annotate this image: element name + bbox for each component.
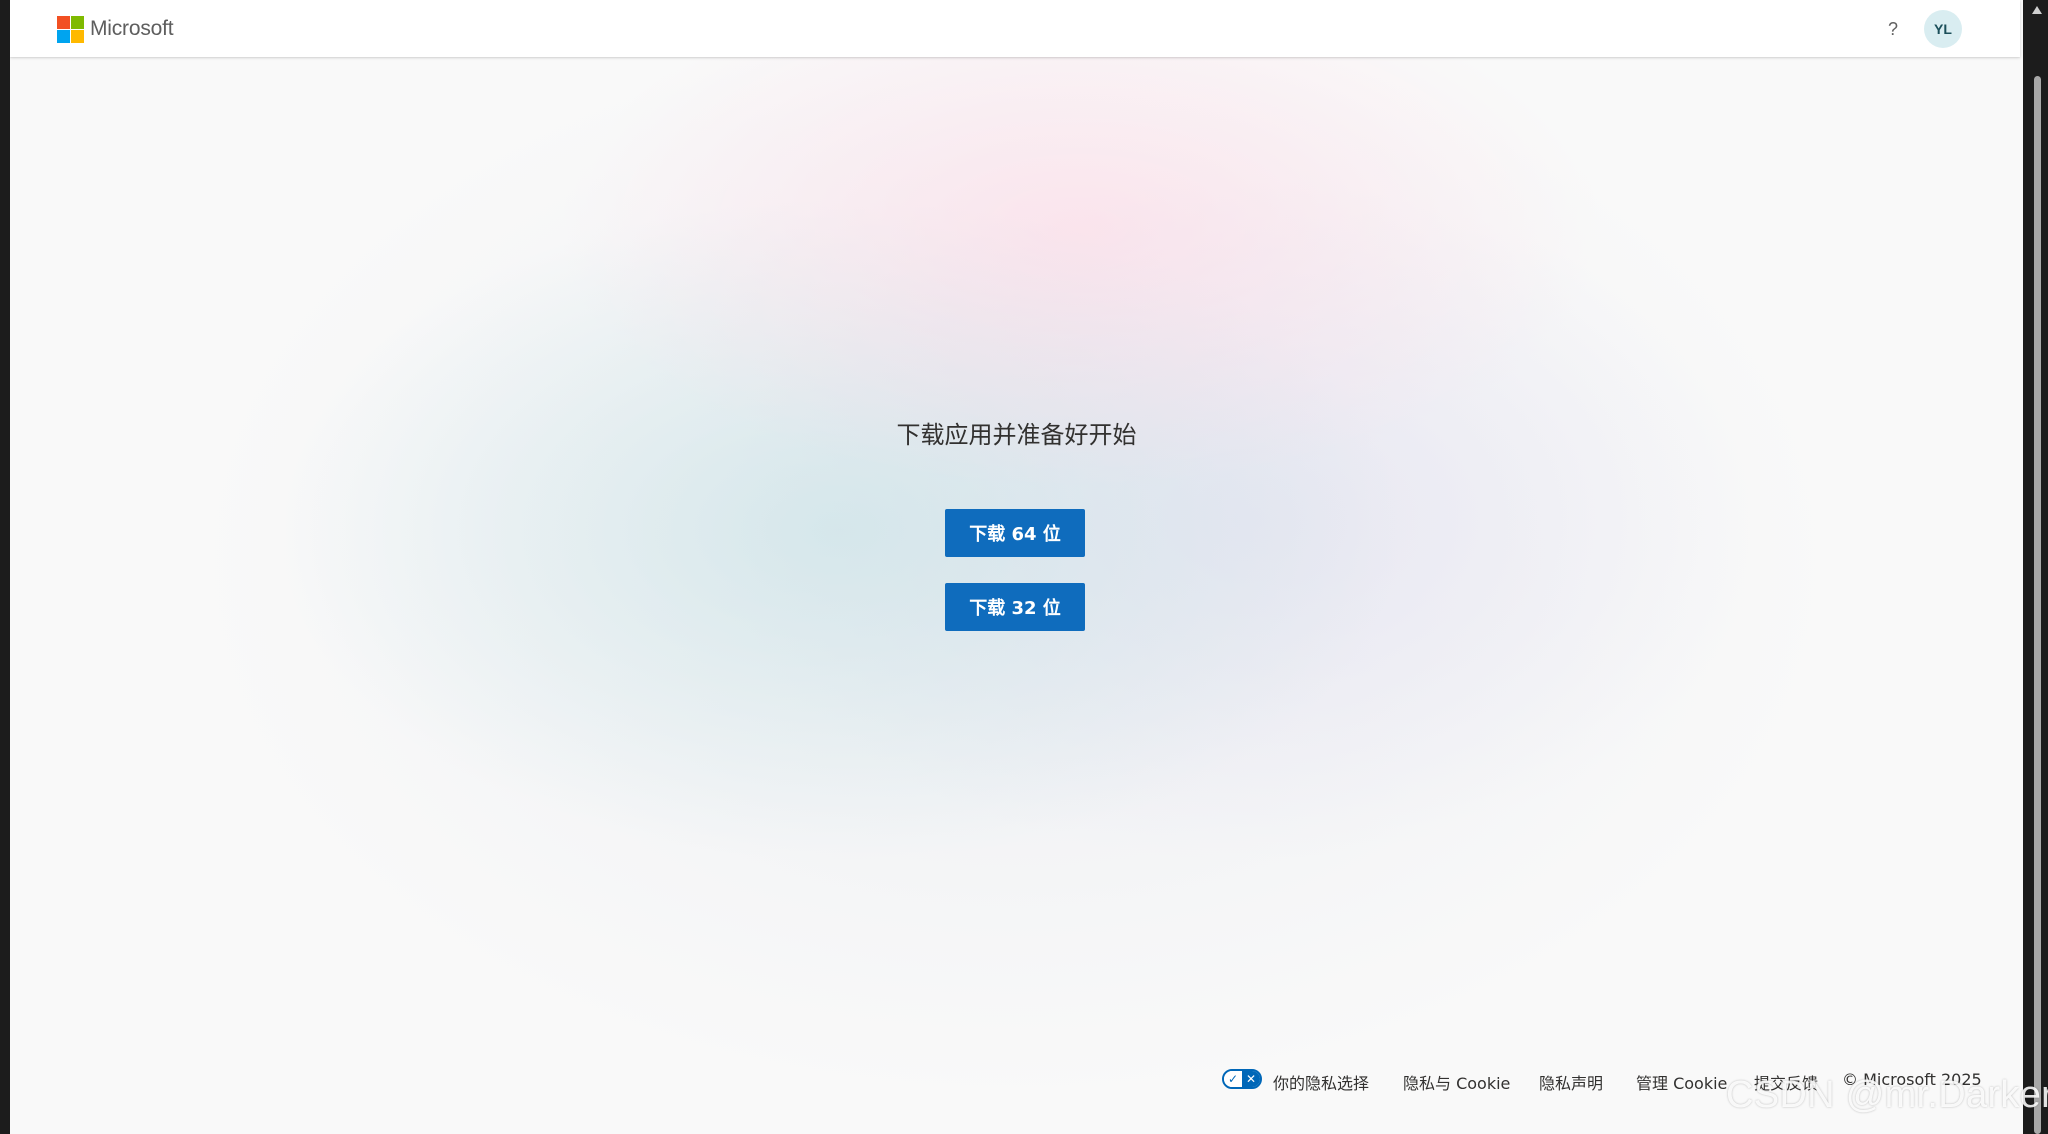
logo-yellow-square (71, 29, 84, 43)
browser-viewport: Microsoft ? YL 下载应用并准备好开始 下载 64 位 下载 32 … (10, 0, 2023, 1134)
privacy-choices-icon[interactable]: ✓ ✕ (1222, 1069, 1262, 1089)
help-icon: ? (1887, 18, 1898, 39)
scroll-up-arrow-icon[interactable] (2032, 6, 2042, 14)
page-title: 下载应用并准备好开始 (896, 421, 1137, 449)
logo-blue-square (57, 29, 70, 43)
download-64bit-button[interactable]: 下载 64 位 (945, 509, 1085, 557)
privacy-cookies-link[interactable]: 隐私与 Cookie (1403, 1070, 1510, 1094)
main-content: 下载应用并准备好开始 下载 64 位 下载 32 位 (10, 0, 2023, 1134)
brand-name: Microsoft (90, 17, 174, 40)
csdn-watermark: CSDN @mr.Darker (1726, 1074, 2048, 1116)
top-header: Microsoft ? YL (10, 0, 2020, 57)
privacy-statement-link[interactable]: 隐私声明 (1539, 1070, 1603, 1094)
privacy-choices-link[interactable]: 你的隐私选择 (1273, 1070, 1369, 1094)
privacy-check-icon: ✓ (1224, 1071, 1242, 1087)
logo-red-square (57, 15, 70, 29)
avatar-initials: YL (1934, 21, 1952, 37)
vertical-scrollbar[interactable] (2026, 0, 2048, 1134)
user-avatar[interactable]: YL (1924, 10, 1962, 48)
manage-cookies-link[interactable]: 管理 Cookie (1636, 1070, 1727, 1094)
microsoft-logo-icon (57, 15, 84, 43)
microsoft-logo-link[interactable]: Microsoft (57, 15, 174, 43)
help-button[interactable]: ? (1878, 14, 1908, 44)
scrollbar-thumb[interactable] (2034, 76, 2041, 1134)
logo-green-square (71, 15, 84, 29)
footer: ✓ ✕ 你的隐私选择 隐私与 Cookie 隐私声明 管理 Cookie 提交反… (10, 1066, 2023, 1094)
download-32bit-button[interactable]: 下载 32 位 (945, 583, 1085, 631)
privacy-x-icon: ✕ (1242, 1071, 1260, 1087)
